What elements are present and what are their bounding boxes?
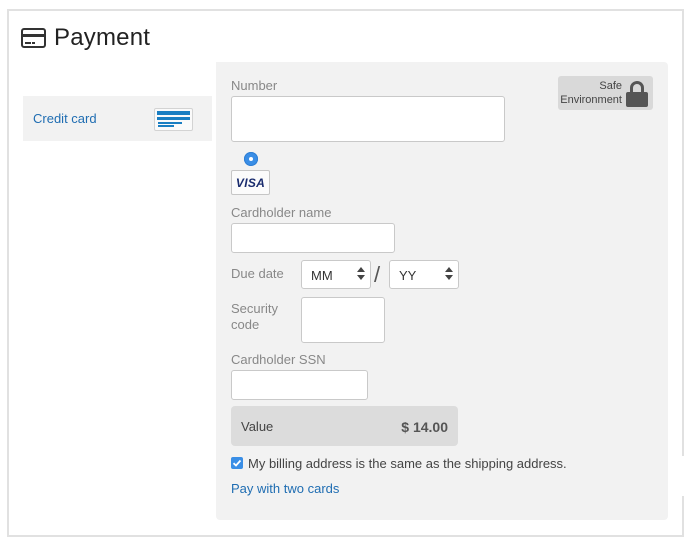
cardholder-name-label: Cardholder name [231, 205, 332, 220]
safe-environment-badge: Safe Environment [558, 76, 653, 110]
credit-card-icon [154, 108, 193, 131]
select-arrows-icon [445, 267, 453, 281]
month-select[interactable]: MM [301, 260, 371, 289]
year-select-value: YY [399, 268, 417, 283]
checkmark-icon [232, 459, 242, 467]
card-number-input[interactable] [231, 96, 505, 142]
credit-card-icon [21, 28, 46, 48]
year-select[interactable]: YY [389, 260, 459, 289]
lock-icon [626, 81, 648, 107]
billing-same-checkbox[interactable] [231, 457, 243, 469]
value-amount: $ 14.00 [401, 419, 448, 435]
due-date-label: Due date [231, 266, 284, 281]
month-select-value: MM [311, 268, 333, 283]
card-brand-radio[interactable] [244, 152, 258, 166]
billing-same-label[interactable]: My billing address is the same as the sh… [248, 456, 567, 471]
payment-header: Payment [21, 24, 150, 52]
safe-environment-text: Safe Environment [560, 80, 622, 106]
select-arrows-icon [357, 267, 365, 281]
payment-value-summary: Value $ 14.00 [231, 406, 458, 446]
number-label: Number [231, 78, 278, 93]
sidebar-item-credit-card[interactable]: Credit card [23, 96, 212, 141]
value-label: Value [241, 419, 274, 434]
cardholder-ssn-input[interactable] [231, 370, 368, 400]
security-code-input[interactable] [301, 297, 385, 343]
visa-brand-icon[interactable]: VISA [231, 170, 270, 195]
cardholder-ssn-label: Cardholder SSN [231, 352, 326, 367]
cardholder-name-input[interactable] [231, 223, 395, 253]
date-separator: / [374, 262, 381, 287]
page-title: Payment [54, 24, 151, 51]
sidebar-item-label: Credit card [33, 111, 97, 126]
security-code-label: Security code [231, 301, 278, 332]
pay-with-two-cards-link[interactable]: Pay with two cards [231, 481, 339, 496]
